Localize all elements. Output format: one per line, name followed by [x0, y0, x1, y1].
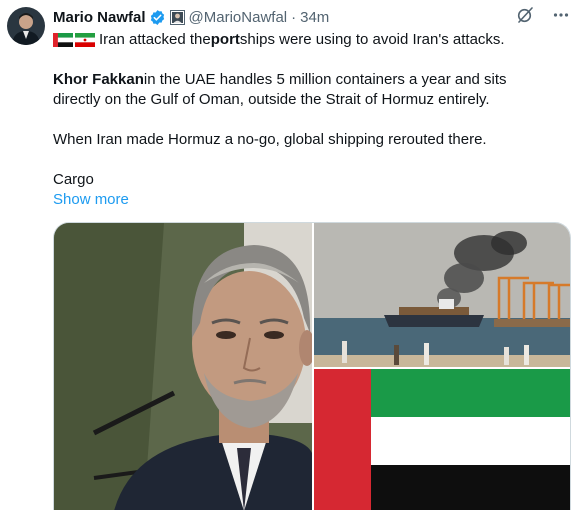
tweet-actions — [516, 6, 570, 29]
text-line1-bold: port — [210, 31, 240, 48]
text-line1-pre: Iran attacked the — [99, 31, 211, 48]
tweet-header: Mario Nawfal @MarioNawfal · 34m — [53, 6, 568, 28]
paragraph-2-line-1: Khor Fakkan in the UAE handles 5 million… — [53, 70, 566, 90]
separator: · — [291, 8, 297, 26]
tweet-text: Iran attacked the port ships were using … — [53, 30, 566, 210]
iran-flag-icon — [75, 33, 95, 47]
affiliate-badge-icon[interactable] — [169, 9, 185, 25]
paragraph-3: When Iran made Hormuz a no-go, global sh… — [53, 131, 487, 148]
line-1: Iran attacked the port ships were using … — [53, 30, 566, 50]
grok-icon[interactable] — [516, 6, 534, 29]
timestamp[interactable]: 34m — [300, 9, 329, 26]
media-grid — [53, 222, 571, 510]
author-name[interactable]: Mario Nawfal — [53, 9, 146, 26]
text-para2-rest: in the UAE handles 5 million containers … — [143, 71, 507, 88]
author-handle[interactable]: @MarioNawfal — [189, 9, 288, 26]
paragraph-4: Cargo — [53, 171, 94, 188]
avatar[interactable] — [7, 7, 45, 45]
show-more-link[interactable]: Show more — [53, 190, 566, 210]
media-photo-port[interactable] — [314, 223, 571, 367]
media-photo-portrait[interactable] — [54, 223, 315, 510]
text-para2-bold: Khor Fakkan — [53, 71, 144, 88]
media-photo-uae-flag[interactable] — [314, 369, 571, 510]
paragraph-2-line-2: directly on the Gulf of Oman, outside th… — [53, 91, 490, 108]
verified-badge-icon — [149, 9, 166, 26]
text-line1-post: ships were using to avoid Iran's attacks… — [239, 31, 505, 48]
uae-flag-icon — [53, 33, 73, 47]
more-icon[interactable] — [552, 6, 570, 29]
